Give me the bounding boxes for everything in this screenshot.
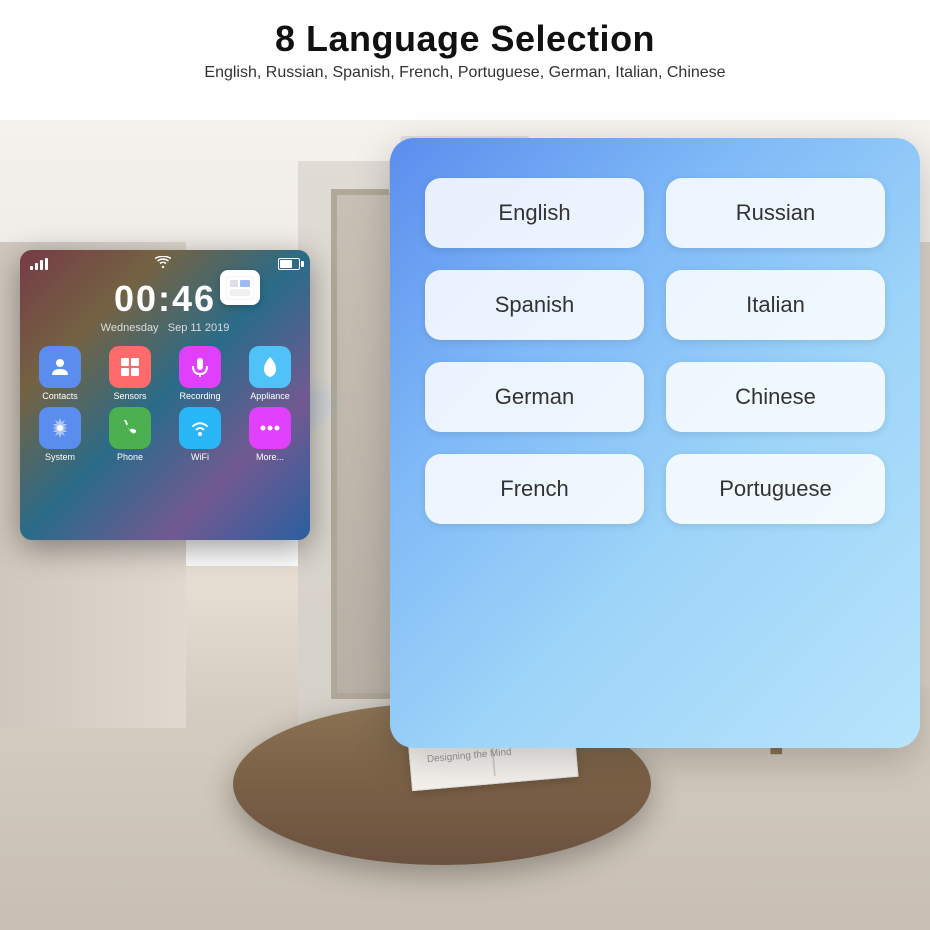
- app-system[interactable]: System: [28, 407, 92, 462]
- wifi-status-icon: [155, 256, 171, 271]
- more-label: More...: [256, 452, 284, 462]
- lang-btn-german[interactable]: German: [425, 362, 644, 432]
- page-subtitle: English, Russian, Spanish, French, Portu…: [20, 64, 910, 82]
- lang-btn-french[interactable]: French: [425, 454, 644, 524]
- more-icon: [249, 407, 291, 449]
- app-contacts[interactable]: Contacts: [28, 346, 92, 401]
- system-icon: [39, 407, 81, 449]
- device-panel: 00:46 Wednesday Sep 11 2019 Contacts: [20, 250, 310, 540]
- sensor-device: [220, 270, 260, 305]
- recording-label: Recording: [179, 391, 220, 401]
- app-recording[interactable]: Recording: [168, 346, 232, 401]
- battery-icon: [278, 258, 300, 270]
- page-title: 8 Language Selection: [20, 18, 910, 60]
- lang-btn-russian[interactable]: Russian: [666, 178, 885, 248]
- app-sensors[interactable]: Sensors: [98, 346, 162, 401]
- app-appliance[interactable]: Appliance: [238, 346, 302, 401]
- wifi-app-icon: [179, 407, 221, 449]
- sensors-label: Sensors: [113, 391, 146, 401]
- sensors-icon: [109, 346, 151, 388]
- appliance-label: Appliance: [250, 391, 290, 401]
- signal-bar-4: [45, 258, 48, 270]
- appliance-icon: [249, 346, 291, 388]
- lang-btn-spanish[interactable]: Spanish: [425, 270, 644, 340]
- lang-btn-english[interactable]: English: [425, 178, 644, 248]
- contacts-icon: [39, 346, 81, 388]
- app-grid: Contacts Sensors: [20, 342, 310, 466]
- device-date: Wednesday Sep 11 2019: [20, 322, 310, 334]
- signal-bar-3: [40, 260, 43, 270]
- signal-bars: [30, 258, 48, 270]
- recording-icon: [179, 346, 221, 388]
- device-status-bar: [20, 250, 310, 273]
- signal-bar-2: [35, 263, 38, 270]
- app-phone[interactable]: Phone: [98, 407, 162, 462]
- language-panel: English Russian Spanish Italian German C…: [390, 138, 920, 748]
- device-time: 00:46: [20, 278, 310, 320]
- lang-btn-portuguese[interactable]: Portuguese: [666, 454, 885, 524]
- page-header: 8 Language Selection English, Russian, S…: [0, 0, 930, 92]
- lang-btn-italian[interactable]: Italian: [666, 270, 885, 340]
- phone-icon: [109, 407, 151, 449]
- language-grid: English Russian Spanish Italian German C…: [425, 178, 885, 524]
- lang-btn-chinese[interactable]: Chinese: [666, 362, 885, 432]
- wifi-label: WiFi: [191, 452, 209, 462]
- app-wifi[interactable]: WiFi: [168, 407, 232, 462]
- system-label: System: [45, 452, 75, 462]
- contacts-label: Contacts: [42, 391, 78, 401]
- signal-bar-1: [30, 266, 33, 270]
- phone-label: Phone: [117, 452, 143, 462]
- app-more[interactable]: More...: [238, 407, 302, 462]
